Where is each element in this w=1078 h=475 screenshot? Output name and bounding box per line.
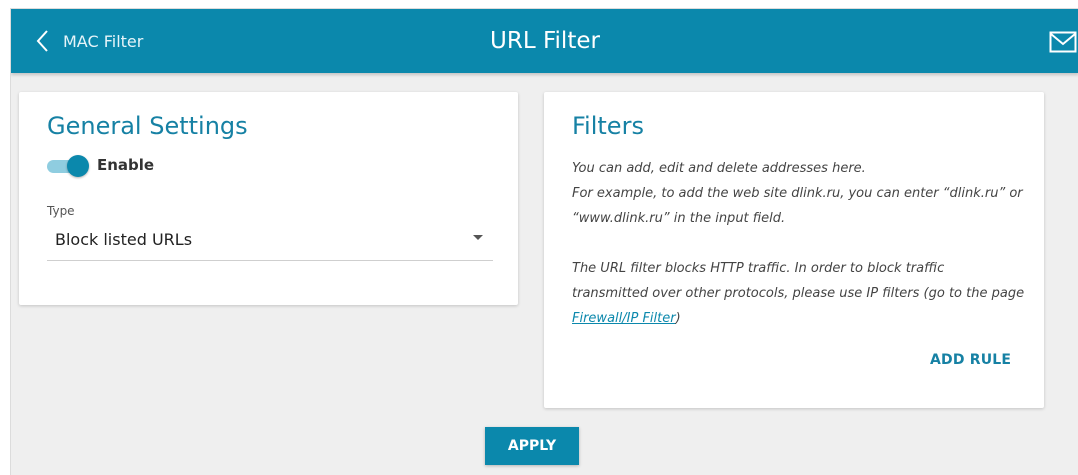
firewall-ip-filter-link[interactable]: Firewall/IP Filter (572, 311, 676, 326)
dropdown-arrow-icon (473, 235, 483, 240)
filters-description: You can add, edit and delete addresses h… (572, 156, 1027, 331)
description-line: transmitted over other protocols, please… (572, 286, 1025, 301)
page-frame: MAC Filter URL Filter General Settings E… (10, 8, 1078, 475)
description-line: You can add, edit and delete addresses h… (572, 161, 866, 176)
type-label: Type (47, 204, 75, 218)
top-bar: MAC Filter URL Filter (11, 9, 1078, 73)
add-rule-button[interactable]: ADD RULE (930, 352, 1011, 368)
type-select[interactable]: Block listed URLs (47, 220, 493, 261)
type-select-value: Block listed URLs (55, 230, 193, 249)
enable-toggle[interactable] (47, 155, 89, 177)
description-line: For example, to add the web site dlink.r… (572, 186, 1023, 201)
toggle-knob (67, 155, 89, 177)
link-suffix: ) (675, 311, 681, 326)
mail-icon[interactable] (1049, 31, 1077, 53)
general-settings-card: General Settings Enable Type Block liste… (19, 92, 518, 305)
description-line: “www.dlink.ru” in the input field. (572, 211, 786, 226)
filters-card: Filters You can add, edit and delete add… (544, 92, 1044, 408)
description-line: The URL filter blocks HTTP traffic. In o… (572, 261, 945, 276)
page-title: URL Filter (490, 28, 600, 54)
filters-title: Filters (572, 112, 644, 140)
enable-label: Enable (97, 156, 155, 174)
apply-button[interactable]: APPLY (485, 427, 579, 465)
description-line: Firewall/IP Filter) (572, 306, 1027, 331)
general-settings-title: General Settings (47, 112, 248, 140)
